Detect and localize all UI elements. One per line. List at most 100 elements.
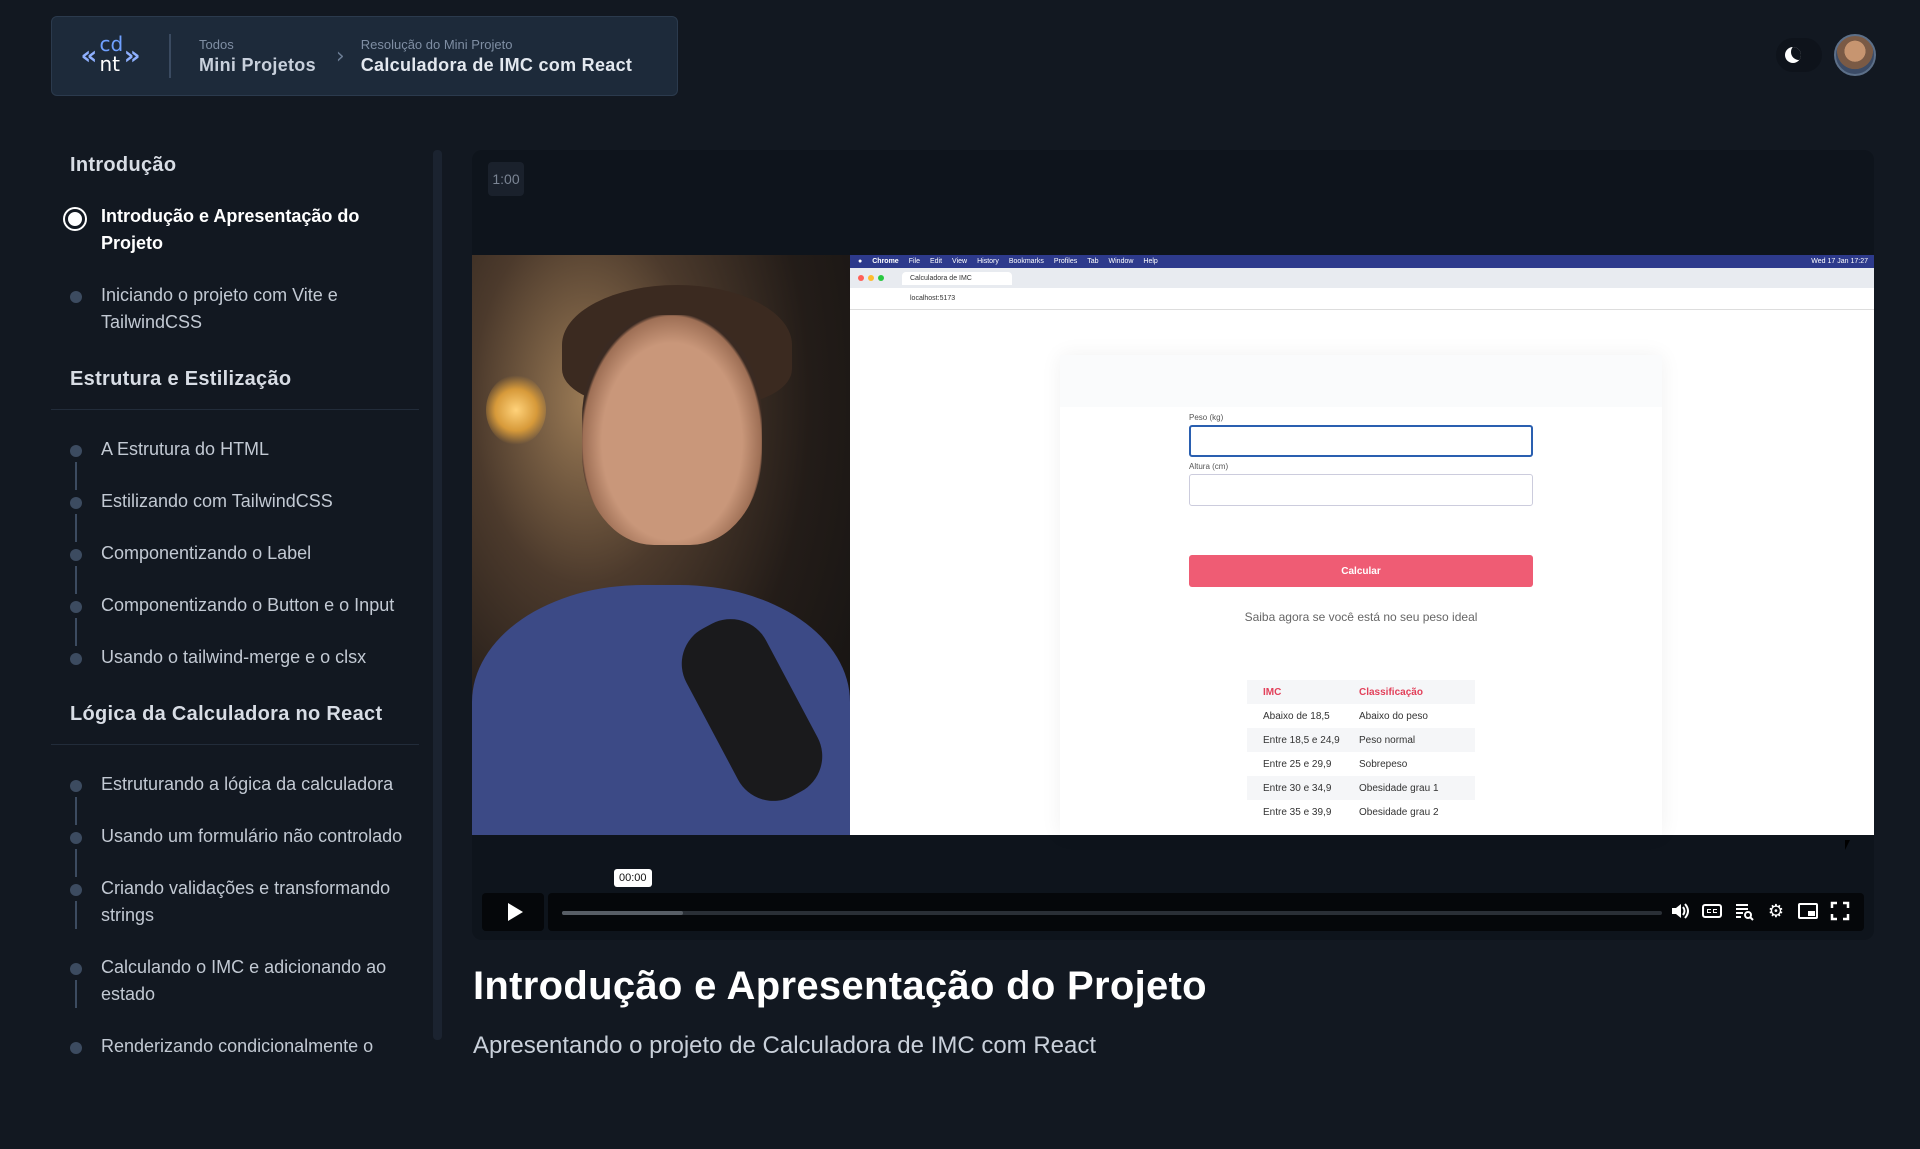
address-bar: localhost:5173 bbox=[850, 288, 1874, 310]
table-cell: Entre 25 e 29,9 bbox=[1263, 758, 1332, 770]
lesson-item[interactable]: Componentizando o Label bbox=[51, 540, 419, 594]
lesson-label: Renderizando condicionalmente o bbox=[101, 1036, 374, 1056]
lesson-label: Calculando o IMC e adicionando ao estado bbox=[101, 957, 387, 1004]
table-cell: Entre 35 e 39,9 bbox=[1263, 806, 1332, 818]
table-header-cell: Classificação bbox=[1359, 686, 1423, 698]
lesson-dot-icon bbox=[70, 601, 82, 613]
table-cell: Sobrepeso bbox=[1359, 758, 1408, 770]
mouse-cursor-icon bbox=[1845, 840, 1850, 850]
lesson-title: Introdução e Apresentação do Projeto bbox=[473, 964, 1207, 1008]
picture-in-picture-icon[interactable] bbox=[1798, 901, 1818, 923]
lesson-label: Estruturando a lógica da calculadora bbox=[101, 774, 394, 794]
section-divider bbox=[51, 409, 419, 410]
weight-label: Peso (kg) bbox=[1189, 413, 1224, 422]
video-frame[interactable]: ● Chrome File Edit View History Bookmarks Profi… bbox=[472, 255, 1874, 850]
lesson-item[interactable]: A Estrutura do HTML bbox=[51, 436, 419, 490]
lesson-dot-icon bbox=[70, 780, 82, 792]
table-cell: Obesidade grau 2 bbox=[1359, 806, 1439, 818]
lesson-label: Iniciando o projeto com Vite e TailwindC… bbox=[101, 285, 338, 332]
lesson-item[interactable]: Usando o tailwind-merge e o clsx bbox=[51, 644, 419, 671]
sidebar-scrollbar[interactable] bbox=[433, 150, 442, 1040]
lesson-dot-icon bbox=[70, 497, 82, 509]
current-lesson-icon bbox=[65, 209, 85, 229]
lesson-label: Introdução e Apresentação do Projeto bbox=[101, 206, 360, 253]
table-cell: Obesidade grau 1 bbox=[1359, 782, 1439, 794]
screen-recording: ● Chrome File Edit View History Bookmarks Profi… bbox=[850, 255, 1874, 850]
lesson-dot-icon bbox=[70, 291, 82, 303]
player-controls: 00:00 ⚙ bbox=[482, 869, 1864, 931]
play-button[interactable] bbox=[482, 893, 544, 931]
section-title: Introdução bbox=[70, 154, 177, 176]
logo[interactable]: «cd nt» bbox=[52, 17, 169, 95]
table-cell: Entre 30 e 34,9 bbox=[1263, 782, 1332, 794]
height-input bbox=[1189, 474, 1533, 506]
lesson-item[interactable]: Criando validações e transformando strin… bbox=[51, 875, 419, 929]
lesson-label: Componentizando o Button e o Input bbox=[101, 595, 395, 615]
lesson-item[interactable]: Introdução e Apresentação do Projeto bbox=[51, 203, 419, 257]
apple-icon: ● bbox=[858, 258, 863, 265]
chevron-right-icon: › bbox=[335, 43, 345, 69]
time-indicator: 1:00 bbox=[488, 162, 524, 196]
timeline-connector bbox=[75, 849, 77, 877]
theme-toggle[interactable] bbox=[1776, 38, 1822, 72]
lesson-label: Usando o tailwind-merge e o clsx bbox=[101, 647, 367, 667]
calculate-button: Calcular bbox=[1189, 555, 1533, 587]
lesson-dot-icon bbox=[70, 549, 82, 561]
table-cell: Entre 18,5 e 24,9 bbox=[1263, 734, 1340, 746]
menu-item: File bbox=[908, 258, 920, 265]
breadcrumb-label: Resolução do Mini Projeto bbox=[360, 36, 513, 52]
timeline-connector bbox=[75, 980, 77, 1008]
table-row: Entre 35 e 39,9 Obesidade grau 2 bbox=[1247, 800, 1475, 824]
menu-item: History bbox=[977, 258, 999, 265]
video-player[interactable]: 1:00 ● Chrome File Edit View History Bookmarks… bbox=[472, 150, 1874, 940]
breadcrumb-label: Todos bbox=[199, 36, 234, 52]
lesson-item[interactable]: Calculando o IMC e adicionando ao estado bbox=[51, 954, 419, 1008]
menu-item: Window bbox=[1108, 258, 1134, 265]
buffered-bar bbox=[562, 911, 683, 915]
breadcrumb-mini-projetos[interactable]: Todos Mini Projetos bbox=[171, 37, 316, 76]
progress-bar-container: 00:00 ⚙ bbox=[548, 869, 1864, 931]
captions-icon[interactable] bbox=[1702, 901, 1722, 923]
lesson-item[interactable]: Estilizando com TailwindCSS bbox=[51, 488, 419, 542]
menu-item: Edit bbox=[929, 258, 943, 265]
system-clock: Wed 17 Jan 17:27 bbox=[1811, 258, 1868, 265]
lamp-bulb bbox=[486, 375, 546, 445]
lesson-item[interactable]: Estruturando a lógica da calculadora bbox=[51, 771, 419, 825]
menu-item: Help bbox=[1143, 258, 1158, 265]
menu-item: Bookmarks bbox=[1008, 258, 1044, 265]
weight-input bbox=[1189, 425, 1533, 457]
lesson-dot-icon bbox=[70, 1042, 82, 1054]
menu-item: View bbox=[952, 258, 968, 265]
lesson-dot-icon bbox=[70, 445, 82, 457]
browser-tabs: Calculadora de IMC bbox=[850, 268, 1874, 288]
lesson-dot-icon bbox=[70, 884, 82, 896]
play-icon bbox=[507, 903, 523, 921]
browser-tab: Calculadora de IMC bbox=[902, 271, 1012, 285]
volume-icon[interactable] bbox=[1670, 901, 1690, 923]
breadcrumb-title: Mini Projetos bbox=[199, 54, 316, 75]
table-row: Entre 30 e 34,9 Obesidade grau 1 bbox=[1247, 776, 1475, 800]
menu-item: Tab bbox=[1087, 258, 1099, 265]
table-header: IMC Classificação bbox=[1247, 680, 1475, 704]
cdnt-logo-icon: «cd nt» bbox=[80, 32, 141, 76]
lesson-item[interactable]: Componentizando o Button e o Input bbox=[51, 592, 419, 646]
lesson-item[interactable]: Iniciando o projeto com Vite e TailwindC… bbox=[51, 282, 419, 336]
table-cell: Peso normal bbox=[1359, 734, 1416, 746]
calculator-page: Peso (kg) Altura (cm) Calcular Saiba ago… bbox=[850, 311, 1874, 850]
avatar[interactable] bbox=[1834, 34, 1876, 76]
mac-menu-bar: ● Chrome File Edit View History Bookmarks Profi… bbox=[850, 255, 1874, 268]
table-row: Entre 18,5 e 24,9 Peso normal bbox=[1247, 728, 1475, 752]
hint-text: Saiba agora se você está no seu peso ide… bbox=[1244, 610, 1478, 624]
lesson-label: Criando validações e transformando strin… bbox=[101, 878, 391, 925]
timeline-connector bbox=[75, 514, 77, 542]
menu-item: Chrome bbox=[872, 258, 899, 265]
lesson-label: A Estrutura do HTML bbox=[101, 439, 270, 459]
table-header-cell: IMC bbox=[1263, 686, 1282, 698]
lesson-item[interactable]: Usando um formulário não controlado bbox=[51, 823, 419, 877]
presenter-webcam bbox=[472, 255, 850, 835]
progress-track[interactable] bbox=[562, 911, 1662, 915]
fullscreen-icon[interactable] bbox=[1830, 901, 1850, 923]
settings-gear-icon[interactable]: ⚙ bbox=[1766, 901, 1786, 923]
transcript-icon[interactable] bbox=[1734, 901, 1754, 923]
lesson-item[interactable]: Renderizando condicionalmente o bbox=[51, 1033, 419, 1060]
